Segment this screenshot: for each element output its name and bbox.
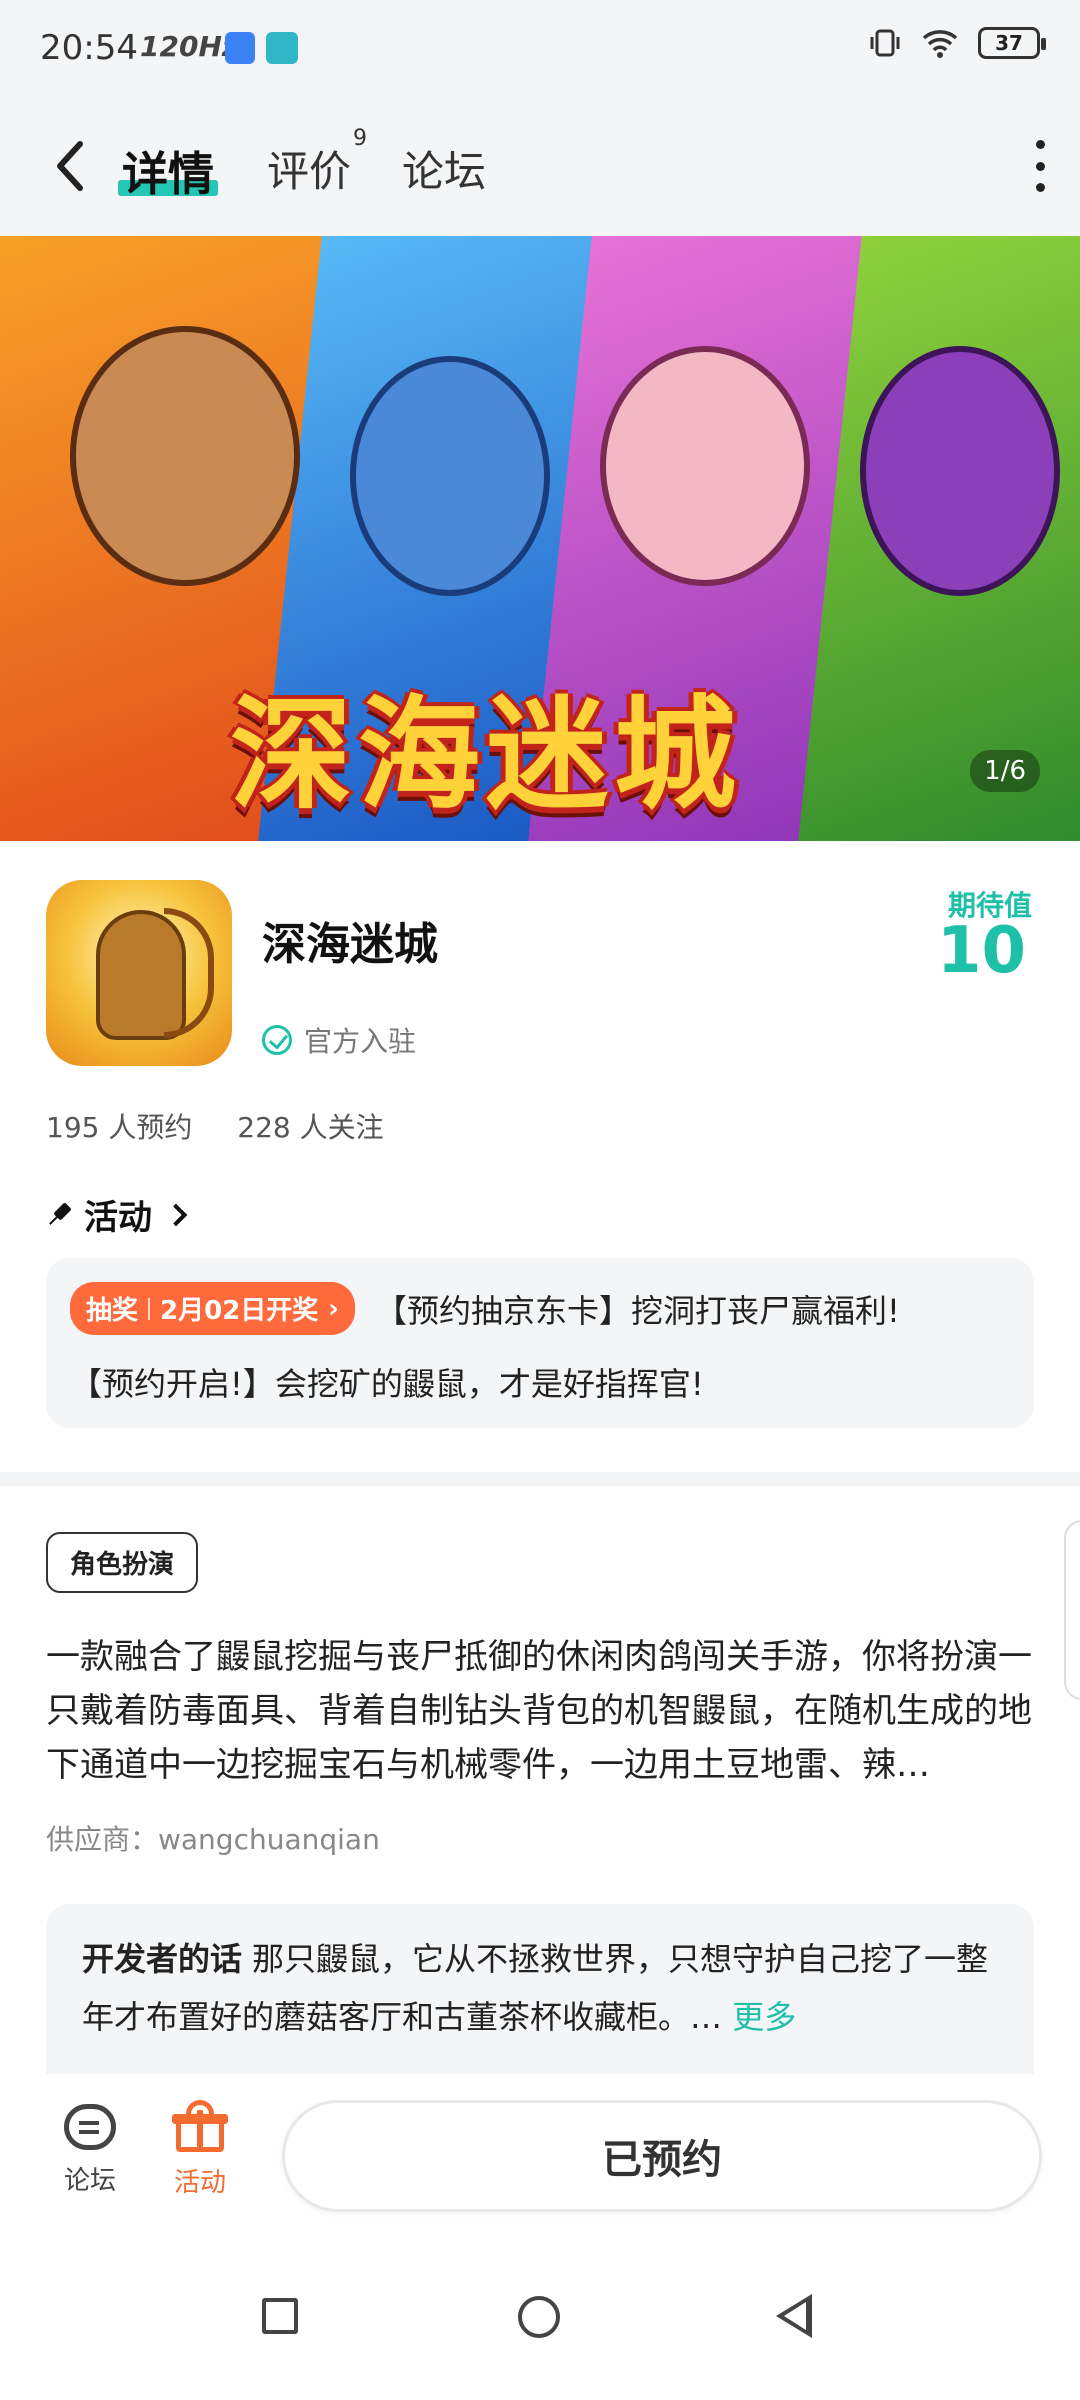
bottom-action-bar: 论坛 活动 已预约 (0, 2074, 1080, 2244)
forum-icon (64, 2104, 116, 2150)
banner-page-counter: 1/6 (970, 750, 1040, 792)
bottom-activity-button[interactable]: 活动 (160, 2100, 240, 2199)
app-title: 深海迷城 (262, 919, 438, 970)
system-nav-bar (0, 2244, 1080, 2400)
hero-banner[interactable]: 深海迷城 1/6 (0, 236, 1080, 841)
status-bar: 20:54 120Hz 37 (0, 0, 1080, 96)
activity-item[interactable]: 【预约开启!】会挖矿的鼹鼠，才是好指挥官! (70, 1359, 1010, 1405)
more-vert-icon[interactable] (1030, 140, 1050, 192)
nav-circle-icon[interactable] (518, 2296, 560, 2338)
reserved-button[interactable]: 已预约 (282, 2100, 1042, 2212)
chevron-right-icon (164, 1203, 188, 1226)
chevron-right-icon: › (328, 1293, 340, 1324)
battery-indicator: 37 (978, 27, 1046, 59)
top-nav: 详情 评价 9 论坛 (0, 96, 1080, 236)
nav-square-icon[interactable] (262, 2298, 298, 2334)
hamster-character-image (70, 326, 300, 586)
game-description[interactable]: 一款融合了鼹鼠挖掘与丧尸抵御的休闲肉鸽闯关手游，你将扮演一只戴着防毒面具、背着自… (46, 1630, 1036, 1792)
gift-icon (172, 2100, 228, 2152)
tab-forum[interactable]: 论坛 (402, 138, 486, 199)
more-link[interactable]: 更多 (732, 1998, 796, 2036)
follower-count: 228 人关注 (237, 1111, 384, 1144)
refresh-rate: 120Hz (140, 30, 239, 63)
status-indicators: 37 (868, 26, 1046, 60)
supplier-info: 供应商：wangchuanqian (46, 1823, 380, 1856)
side-drawer-handle[interactable] (1064, 1520, 1080, 1700)
check-circle-icon (262, 1025, 292, 1055)
back-arrow-icon[interactable] (46, 136, 96, 196)
section-divider (0, 1472, 1080, 1486)
developer-note-label: 开发者的话 (82, 1940, 243, 1978)
tab-details[interactable]: 详情 (122, 138, 214, 204)
expectation-score: 10 (936, 914, 1026, 988)
activity-heading: 活动 (84, 1198, 152, 1238)
app-stats: 195 人预约 228 人关注 (46, 1106, 420, 1146)
reservation-count: 195 人预约 (46, 1111, 193, 1144)
tab-reviews[interactable]: 评价 9 (267, 126, 367, 199)
llama-character-image (600, 346, 810, 586)
reviews-count-badge: 9 (353, 126, 368, 151)
activity-item[interactable]: 【预约抽京东卡】挖洞打丧尸赢福利! (375, 1286, 900, 1332)
squirrel-character-image (350, 356, 550, 596)
official-badge: 官方入驻 (262, 1020, 416, 1060)
activity-section-header[interactable]: 活动 (46, 1190, 188, 1239)
notification-app-icon (266, 32, 298, 64)
bottom-forum-button[interactable]: 论坛 (50, 2104, 130, 2197)
purple-beast-character-image (860, 346, 1060, 596)
genre-tag[interactable]: 角色扮演 (46, 1532, 199, 1593)
official-label: 官方入驻 (304, 1025, 417, 1058)
nav-back-icon[interactable] (776, 2294, 812, 2338)
app-icon (46, 880, 232, 1066)
activity-card[interactable]: 抽奖 2月02日开奖 › 【预约抽京东卡】挖洞打丧尸赢福利! 【预约开启!】会挖… (46, 1258, 1034, 1428)
notification-app-icon (225, 32, 255, 64)
developer-note-card[interactable]: 开发者的话 那只鼹鼠，它从不拯救世界，只想守护自己挖了一整年才布置好的蘑菇客厅和古… (46, 1904, 1034, 2074)
banner-game-logo: 深海迷城 (230, 684, 742, 826)
vibrate-icon (870, 29, 900, 57)
pin-icon (41, 1196, 78, 1233)
wifi-icon (922, 30, 958, 58)
lottery-badge[interactable]: 抽奖 2月02日开奖 › (70, 1282, 356, 1335)
status-time: 20:54 (40, 28, 138, 68)
